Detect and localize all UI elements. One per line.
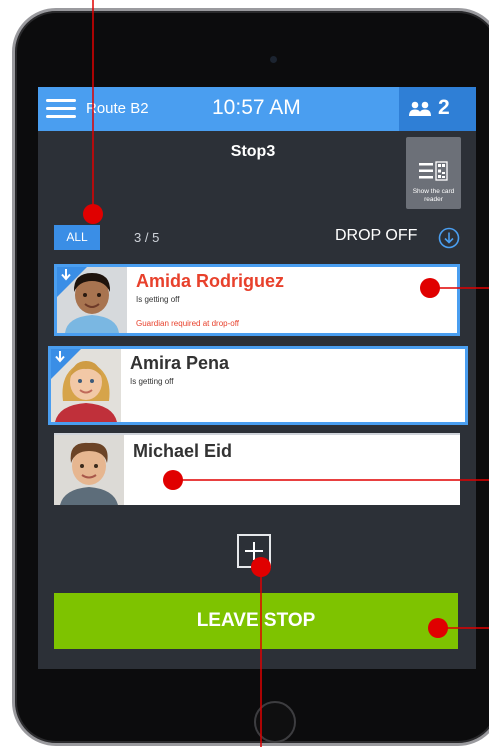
student-status: Is getting off — [130, 377, 174, 386]
stop-title: Stop3 — [230, 143, 276, 160]
student-card-michael-eid[interactable]: Michael Eid — [54, 433, 460, 505]
guardian-warning: Guardian required at drop-off — [136, 319, 240, 328]
app-screen: Route B2 10:57 AM 2 Stop3 Show the card … — [38, 87, 476, 669]
student-photo — [54, 435, 124, 505]
student-name: Amira Pena — [130, 353, 230, 373]
top-bar: Route B2 10:57 AM 2 — [38, 87, 476, 131]
card-reader-button[interactable]: Show the card reader — [406, 137, 461, 209]
student-card-amida-rodriguez[interactable]: Amida Rodriguez Is getting off Guardian … — [54, 264, 460, 336]
hamburger-menu-icon[interactable] — [46, 99, 76, 119]
people-icon — [409, 101, 431, 116]
student-name: Michael Eid — [133, 441, 233, 461]
card-reader-label: Show the card reader — [412, 188, 455, 203]
route-label: Route B2 — [86, 100, 149, 117]
add-icon[interactable] — [237, 534, 271, 568]
student-name: Amida Rodriguez — [136, 271, 285, 291]
clock: 10:57 AM — [212, 96, 301, 119]
arrow-down-icon — [55, 351, 65, 363]
home-button[interactable] — [254, 701, 296, 743]
camera-icon — [270, 56, 277, 63]
filter-all-button[interactable]: ALL — [54, 225, 100, 250]
leave-stop-button[interactable]: LEAVE STOP — [54, 593, 458, 649]
download-circle-icon[interactable] — [438, 227, 460, 249]
stop-progress: 3 / 5 — [134, 230, 160, 245]
student-status: Is getting off — [136, 295, 180, 304]
drop-off-label[interactable]: DROP OFF — [335, 227, 417, 245]
qr-code-icon — [419, 161, 448, 181]
student-count: 2 — [438, 96, 450, 119]
student-count-badge[interactable]: 2 — [399, 87, 476, 131]
arrow-down-icon — [61, 269, 71, 281]
student-card-amira-pena[interactable]: Amira Pena Is getting off — [48, 346, 468, 425]
